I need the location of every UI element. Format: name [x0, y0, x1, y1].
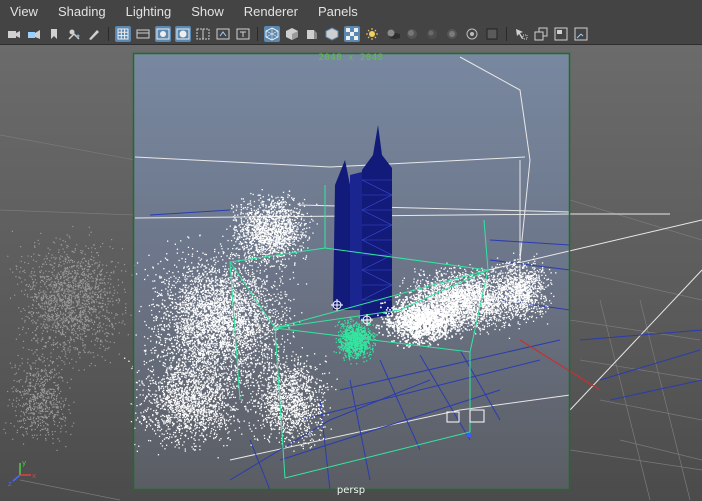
safe-title-icon[interactable] [235, 26, 251, 42]
film-gate-icon[interactable] [135, 26, 151, 42]
camera-name-label: persp [336, 485, 366, 496]
camera-icon[interactable] [6, 26, 22, 42]
maximize-panel-icon[interactable] [533, 26, 549, 42]
textured-icon[interactable] [344, 26, 360, 42]
field-chart-icon[interactable] [195, 26, 211, 42]
image-plane-icon[interactable] [66, 26, 82, 42]
toolbar-separator [257, 27, 258, 41]
axis-gizmo: x z y [8, 459, 36, 488]
xray-icon[interactable] [484, 26, 500, 42]
menu-renderer[interactable]: Renderer [234, 0, 308, 24]
smooth-shade-icon[interactable] [284, 26, 300, 42]
menu-shading[interactable]: Shading [48, 0, 116, 24]
toolbar-separator [108, 27, 109, 41]
layout-icon[interactable] [553, 26, 569, 42]
use-default-material-icon[interactable] [364, 26, 380, 42]
toolbar-separator [506, 27, 507, 41]
maya-viewport-panel: View Shading Lighting Show Renderer Pane… [0, 0, 702, 501]
perspective-viewport[interactable]: x z y [0, 45, 702, 501]
grid-icon[interactable] [115, 26, 131, 42]
wireframe-icon[interactable] [264, 26, 280, 42]
panel-toolbar [0, 24, 702, 45]
pencil-icon[interactable] [86, 26, 102, 42]
particle-cloud-left [3, 225, 136, 451]
menu-lighting[interactable]: Lighting [116, 0, 182, 24]
anti-alias-icon[interactable] [444, 26, 460, 42]
menu-view[interactable]: View [0, 0, 48, 24]
resolution-label: 2048 x 2048 [318, 53, 384, 63]
hud-icon[interactable] [573, 26, 589, 42]
flat-shade-icon[interactable] [304, 26, 320, 42]
bounding-box-icon[interactable] [324, 26, 340, 42]
ambient-occlusion-icon[interactable] [404, 26, 420, 42]
scene-canvas[interactable]: x z y [0, 45, 702, 501]
safe-action-icon[interactable] [215, 26, 231, 42]
isolate-select-icon[interactable] [513, 26, 529, 42]
bookmark-icon[interactable] [46, 26, 62, 42]
menu-panels[interactable]: Panels [308, 0, 368, 24]
gate-mask-icon[interactable] [175, 26, 191, 42]
locator-dot [466, 432, 472, 438]
menu-show[interactable]: Show [181, 0, 234, 24]
camera-attributes-icon[interactable] [26, 26, 42, 42]
resolution-gate-icon[interactable] [155, 26, 171, 42]
depth-of-field-icon[interactable] [464, 26, 480, 42]
shadows-icon[interactable] [384, 26, 400, 42]
motion-blur-icon[interactable] [424, 26, 440, 42]
panel-menubar: View Shading Lighting Show Renderer Pane… [0, 0, 702, 24]
